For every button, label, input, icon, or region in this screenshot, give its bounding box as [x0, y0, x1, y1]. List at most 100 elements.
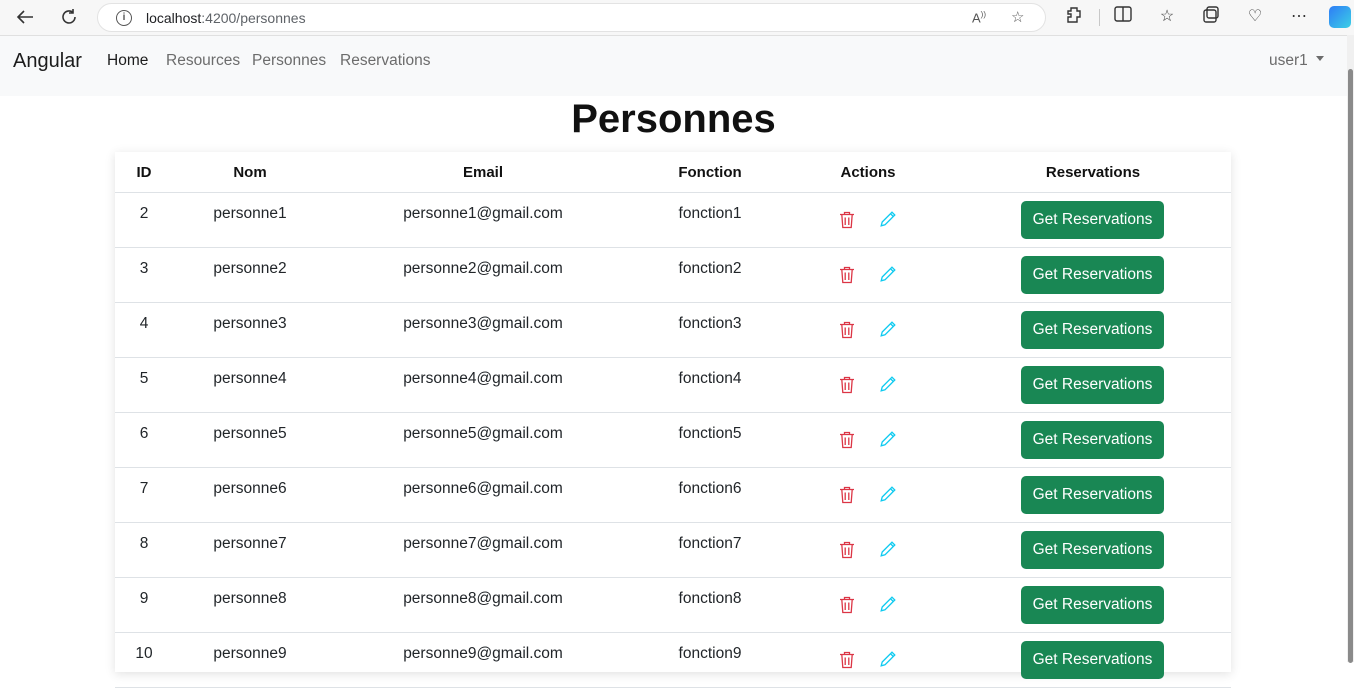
caret-down-icon: [1315, 56, 1324, 62]
cell-fonction: fonction9: [678, 645, 742, 662]
address-bar[interactable]: i localhost:4200/personnes A)) ☆: [97, 3, 1046, 32]
cell-id: 10: [135, 645, 153, 662]
cell-email: personne4@gmail.com: [403, 370, 563, 387]
cell-nom: personne2: [213, 260, 287, 277]
table-row: 9 personne8 personne8@gmail.com fonction8 Ge…: [115, 578, 1231, 633]
trash-icon[interactable]: [839, 321, 855, 339]
cell-email: personne7@gmail.com: [403, 535, 563, 552]
cell-email: personne1@gmail.com: [403, 205, 563, 222]
toolbar-divider: [1099, 9, 1100, 26]
back-icon[interactable]: [12, 5, 38, 29]
cell-fonction: fonction8: [678, 590, 742, 607]
trash-icon[interactable]: [839, 376, 855, 394]
table-row: 2 personne1 personne1@gmail.com fonction1 Ge…: [115, 193, 1231, 248]
cell-id: 6: [139, 425, 149, 442]
page-title: Personnes: [571, 97, 776, 141]
info-icon[interactable]: i: [116, 10, 132, 26]
navbar-brand[interactable]: Angular: [13, 50, 82, 73]
table-header: ID Nom Email Fonction Actions Reservatio…: [115, 152, 1231, 193]
app-navbar: Angular Home Resources Personnes Reserva…: [0, 35, 1347, 96]
url-text: localhost:4200/personnes: [146, 10, 306, 26]
get-reservations-button[interactable]: Get Reservations: [1021, 531, 1164, 569]
trash-icon[interactable]: [839, 431, 855, 449]
user-dropdown[interactable]: user1: [1269, 52, 1324, 70]
nav-link-personnes[interactable]: Personnes: [252, 52, 326, 70]
extensions-icon[interactable]: [1063, 6, 1085, 29]
trash-icon[interactable]: [839, 211, 855, 229]
split-screen-icon[interactable]: [1112, 6, 1134, 27]
nav-link-home[interactable]: Home: [107, 52, 148, 70]
cell-nom: personne4: [213, 370, 287, 387]
cell-nom: personne1: [213, 205, 287, 222]
more-icon[interactable]: ⋯: [1288, 6, 1310, 26]
header-fonction: Fonction: [678, 164, 742, 181]
get-reservations-button[interactable]: Get Reservations: [1021, 586, 1164, 624]
personnes-table: ID Nom Email Fonction Actions Reservatio…: [115, 152, 1231, 688]
favorite-star-icon[interactable]: ☆: [1011, 8, 1024, 26]
cell-email: personne6@gmail.com: [403, 480, 563, 497]
get-reservations-button[interactable]: Get Reservations: [1021, 366, 1164, 404]
pencil-icon[interactable]: [879, 210, 897, 228]
refresh-icon[interactable]: [56, 5, 82, 29]
get-reservations-button[interactable]: Get Reservations: [1021, 201, 1164, 239]
nav-link-resources[interactable]: Resources: [166, 52, 240, 70]
cell-fonction: fonction4: [678, 370, 742, 387]
scrollbar-thumb[interactable]: [1348, 69, 1353, 663]
table-row: 10 personne9 personne9@gmail.com fonction9 G…: [115, 633, 1231, 688]
table-row: 3 personne2 personne2@gmail.com fonction2 Ge…: [115, 248, 1231, 303]
scrollbar[interactable]: [1347, 35, 1354, 663]
cell-email: personne5@gmail.com: [403, 425, 563, 442]
trash-icon[interactable]: [839, 541, 855, 559]
cell-nom: personne9: [213, 645, 287, 662]
cell-email: personne2@gmail.com: [403, 260, 563, 277]
get-reservations-button[interactable]: Get Reservations: [1021, 641, 1164, 679]
get-reservations-button[interactable]: Get Reservations: [1021, 256, 1164, 294]
header-email: Email: [462, 164, 504, 181]
trash-icon[interactable]: [839, 266, 855, 284]
table-row: 7 personne6 personne6@gmail.com fonction6 Ge…: [115, 468, 1231, 523]
get-reservations-button[interactable]: Get Reservations: [1021, 311, 1164, 349]
get-reservations-button[interactable]: Get Reservations: [1021, 421, 1164, 459]
pencil-icon[interactable]: [879, 430, 897, 448]
cell-id: 4: [139, 315, 149, 332]
cell-id: 7: [139, 480, 149, 497]
pencil-icon[interactable]: [879, 375, 897, 393]
health-icon[interactable]: ♡: [1244, 6, 1266, 26]
trash-icon[interactable]: [839, 596, 855, 614]
cell-nom: personne5: [213, 425, 287, 442]
header-reservations: Reservations: [1045, 164, 1141, 181]
pencil-icon[interactable]: [879, 485, 897, 503]
cell-fonction: fonction5: [678, 425, 742, 442]
cell-fonction: fonction1: [678, 205, 742, 222]
get-reservations-button[interactable]: Get Reservations: [1021, 476, 1164, 514]
collections-icon[interactable]: [1200, 6, 1222, 29]
cell-id: 3: [139, 260, 149, 277]
pencil-icon[interactable]: [879, 595, 897, 613]
browser-toolbar: i localhost:4200/personnes A)) ☆ ☆ ♡ ⋯: [0, 0, 1354, 35]
cell-fonction: fonction6: [678, 480, 742, 497]
pencil-icon[interactable]: [879, 320, 897, 338]
cell-fonction: fonction2: [678, 260, 742, 277]
cell-nom: personne8: [213, 590, 287, 607]
cell-email: personne9@gmail.com: [403, 645, 563, 662]
table-row: 5 personne4 personne4@gmail.com fonction4 Ge…: [115, 358, 1231, 413]
pencil-icon[interactable]: [879, 650, 897, 668]
pencil-icon[interactable]: [879, 540, 897, 558]
user-name: user1: [1269, 52, 1308, 69]
copilot-icon[interactable]: [1329, 6, 1351, 28]
cell-nom: personne7: [213, 535, 287, 552]
trash-icon[interactable]: [839, 651, 855, 669]
header-nom: Nom: [233, 164, 267, 181]
header-id: ID: [136, 164, 152, 181]
favorites-icon[interactable]: ☆: [1156, 6, 1178, 26]
trash-icon[interactable]: [839, 486, 855, 504]
table-row: 8 personne7 personne7@gmail.com fonction7 Ge…: [115, 523, 1231, 578]
pencil-icon[interactable]: [879, 265, 897, 283]
nav-link-reservations[interactable]: Reservations: [340, 52, 430, 70]
cell-nom: personne3: [213, 315, 287, 332]
cell-email: personne8@gmail.com: [403, 590, 563, 607]
cell-email: personne3@gmail.com: [403, 315, 563, 332]
read-aloud-icon[interactable]: A)): [972, 10, 986, 25]
table-row: 6 personne5 personne5@gmail.com fonction5 Ge…: [115, 413, 1231, 468]
cell-id: 8: [139, 535, 149, 552]
